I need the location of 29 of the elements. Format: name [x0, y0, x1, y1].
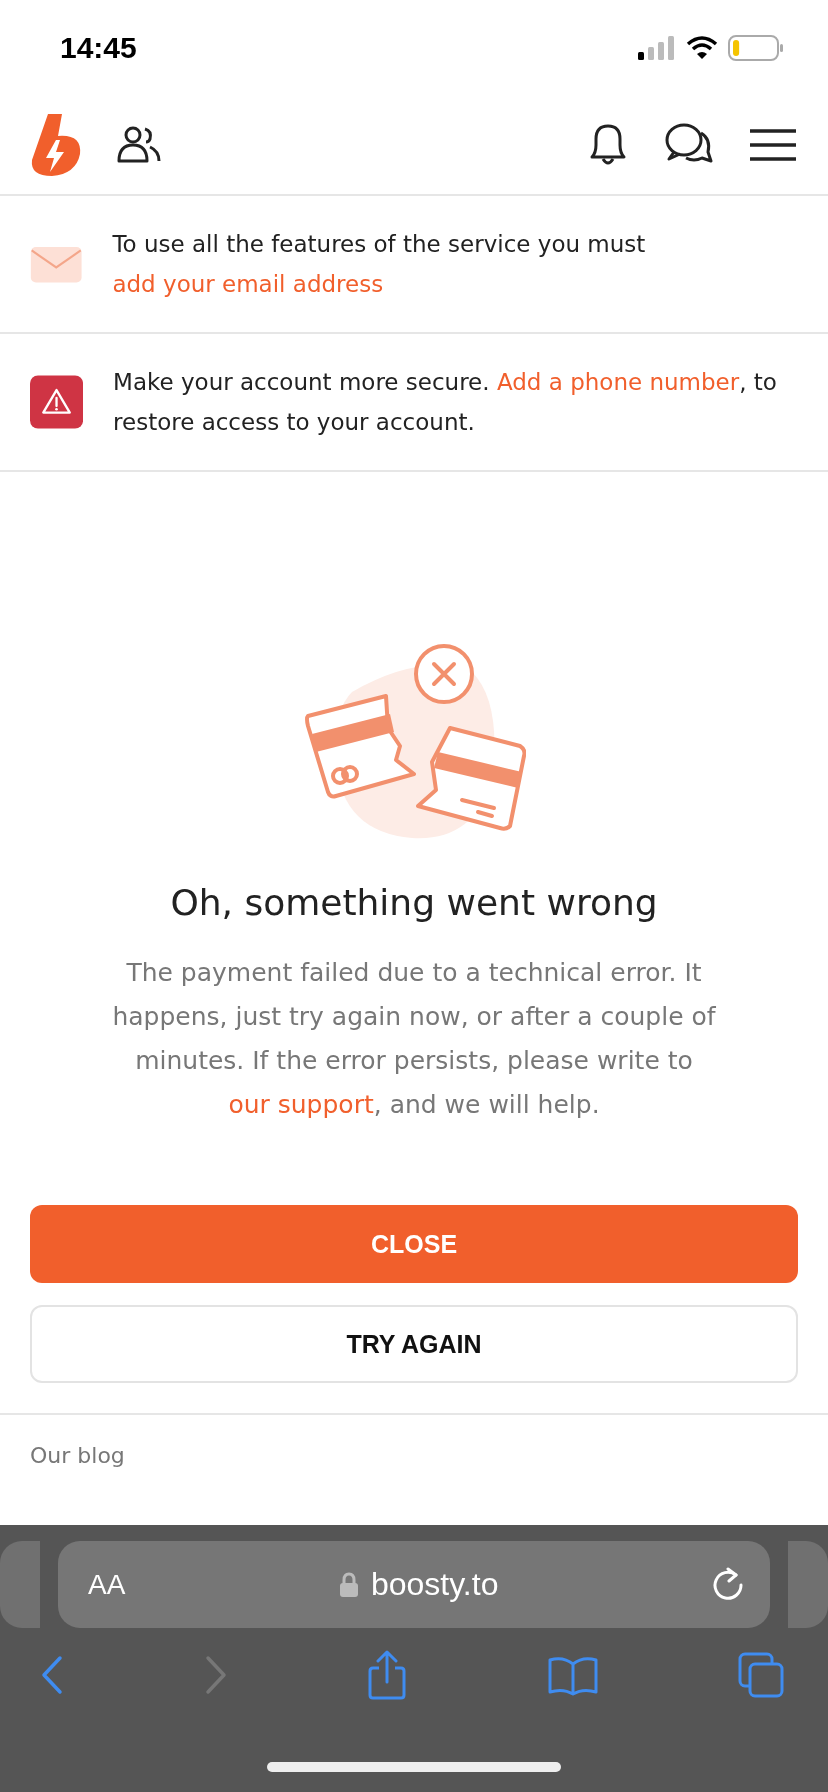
signal-icon: [638, 36, 676, 60]
error-message: The payment failed due to a technical error. It happens, just try again now, or after a couple of minutes. If the error persists, please write to our support, and we will help.: [111, 957, 717, 1121]
text-link[interactable]: Add a phone number: [496, 369, 740, 395]
back-icon[interactable]: [40, 1655, 64, 1695]
text-size-button[interactable]: AA: [88, 1568, 126, 1601]
footer-link[interactable]: Our blog: [30, 1443, 798, 1468]
notice-text: Make your account more secure. Add a phone number, to restore access to your account.: [113, 368, 778, 437]
share-icon[interactable]: [367, 1650, 407, 1700]
address-bar[interactable]: AA boosty.to: [58, 1541, 770, 1628]
people-icon[interactable]: [116, 125, 162, 165]
notice-text: To use all the features of the service you must add your email address: [112, 230, 647, 299]
bookmarks-icon[interactable]: [546, 1654, 599, 1696]
battery-icon: [728, 35, 784, 61]
error-title: Oh, something went wrong: [170, 882, 658, 923]
url-text: boosty.to: [370, 1566, 499, 1603]
tab-preview[interactable]: [0, 1541, 40, 1628]
close-button[interactable]: CLOSE: [30, 1205, 798, 1283]
retry-button[interactable]: TRY AGAIN: [30, 1305, 798, 1383]
lock-icon: [338, 1571, 359, 1598]
text-link[interactable]: our support: [228, 1090, 374, 1119]
wifi-icon: [686, 36, 718, 60]
forward-icon[interactable]: [203, 1655, 228, 1695]
menu-icon[interactable]: [748, 127, 798, 163]
text-link[interactable]: add your email address: [112, 271, 384, 297]
logo-icon[interactable]: [30, 114, 82, 176]
clock-time: 14:45: [60, 31, 137, 65]
tabs-icon[interactable]: [738, 1652, 784, 1698]
reload-icon[interactable]: [712, 1566, 744, 1603]
tab-preview[interactable]: [788, 1541, 828, 1628]
